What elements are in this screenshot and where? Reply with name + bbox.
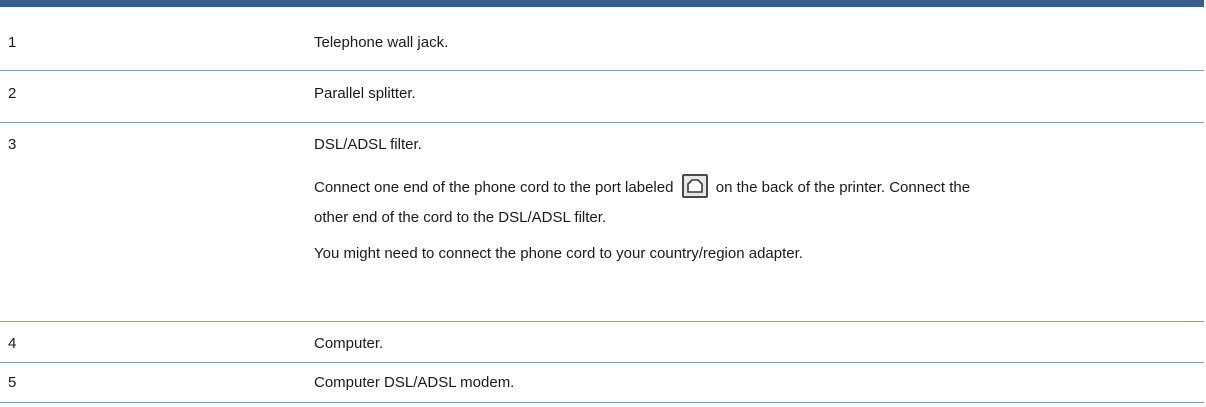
table-row: 3 DSL/ADSL filter. Connect one end of th…	[0, 123, 1204, 322]
row-number: 1	[8, 34, 17, 51]
row-number: 4	[8, 335, 17, 352]
row-number: 5	[8, 374, 17, 391]
instruction-text-after: on the back of the printer. Connect the	[715, 179, 971, 196]
row-description: DSL/ADSL filter.	[314, 136, 422, 153]
connection-table: 1 Telephone wall jack. 2 Parallel splitt…	[0, 0, 1204, 403]
row-description: Computer DSL/ADSL modem.	[314, 374, 515, 391]
row-number: 3	[8, 136, 17, 153]
phone-port-icon	[681, 174, 708, 199]
adapter-note: You might need to connect the phone cord…	[314, 245, 803, 262]
connection-instruction: Connect one end of the phone cord to the…	[314, 173, 1204, 233]
instruction-text-line2: other end of the cord to the DSL/ADSL fi…	[314, 209, 607, 226]
table-row: 4 Computer.	[0, 322, 1204, 363]
instruction-text-before: Connect one end of the phone cord to the…	[314, 179, 674, 196]
row-number: 2	[8, 85, 17, 102]
table-row: 2 Parallel splitter.	[0, 71, 1204, 123]
row-description: Parallel splitter.	[314, 85, 416, 102]
row-description: Telephone wall jack.	[314, 34, 449, 51]
table-row: 5 Computer DSL/ADSL modem.	[0, 363, 1204, 403]
row-description-block: DSL/ADSL filter. Connect one end of the …	[314, 123, 1204, 321]
table-top-rule	[0, 0, 1204, 7]
table-row: 1 Telephone wall jack.	[0, 7, 1204, 71]
row-description: Computer.	[314, 335, 384, 352]
